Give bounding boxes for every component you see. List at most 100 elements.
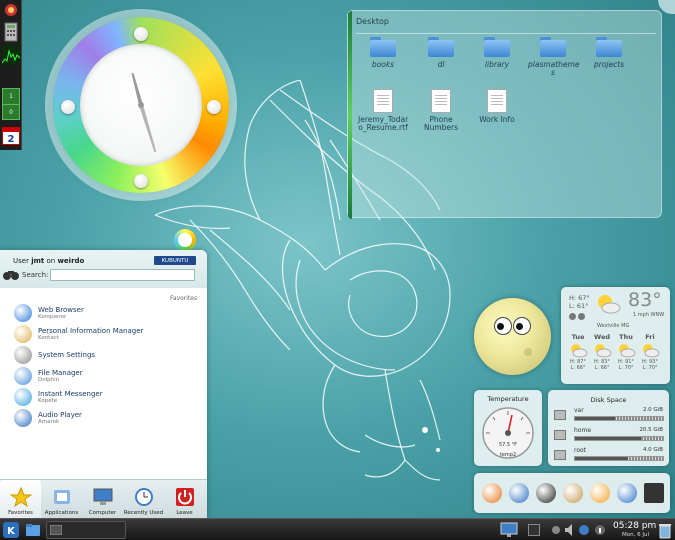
desktop-folder-view[interactable]: Desktop books dl library plasmatheme s proje…: [347, 10, 662, 219]
clock-knob-left: [61, 100, 75, 114]
forecast-day-label: Tue: [571, 333, 585, 341]
clock-knob-bottom: [134, 174, 148, 188]
inkscape-launcher-icon[interactable]: [536, 483, 556, 503]
desktop-item-label: books: [371, 60, 395, 69]
favorite-item[interactable]: Personal Information Manager Kontact: [14, 324, 194, 344]
taskbar-clock[interactable]: 05:28 pm: [613, 521, 656, 531]
disk-name: home: [574, 427, 592, 434]
vertical-panel: 1 0 2: [0, 0, 22, 150]
favorite-name: System Settings: [38, 351, 96, 359]
fish-launcher-icon[interactable]: [590, 483, 610, 503]
desktop-item[interactable]: plasmatheme s: [528, 37, 579, 78]
disk-row[interactable]: var 2.0 GiB: [548, 406, 669, 426]
display-icon[interactable]: [499, 521, 521, 539]
disk-name: root: [574, 447, 587, 454]
disk-size: 4.0 GiB: [642, 447, 663, 453]
info-icon[interactable]: [594, 521, 606, 539]
forecast-weather-icon: [643, 344, 660, 358]
document-icon: [487, 89, 507, 113]
forecast-low: L: 66°: [570, 365, 586, 371]
thunderbird-launcher-icon[interactable]: [509, 483, 529, 503]
favorite-app: Dolphin: [38, 377, 60, 383]
messenger-icon: [14, 388, 32, 406]
forecast-day-label: Fri: [645, 333, 655, 341]
disk-usage-bar: [574, 436, 664, 441]
menu-tab[interactable]: Recently Used: [123, 480, 164, 518]
desktop-item[interactable]: Jeremy_Todar o_Resume.rtf: [358, 89, 408, 133]
desktop-pager[interactable]: 1 0: [2, 88, 20, 120]
calculator-icon[interactable]: [2, 22, 20, 42]
forecast-low: L: 70°: [642, 365, 658, 371]
favorite-name: Personal Information Manager: [38, 327, 144, 335]
favorite-name: Web Browser: [38, 306, 84, 314]
favorite-app: Kontact: [38, 335, 59, 341]
update-icon[interactable]: [578, 521, 590, 539]
weather-widget[interactable]: H: 67° L: 61° 83° 1 mph WNW Westville MG…: [561, 287, 670, 384]
desktop-item-label: dl: [437, 60, 445, 69]
desktop-item[interactable]: projects: [584, 37, 634, 69]
taskbar-window-button[interactable]: [46, 521, 126, 539]
folder-view-handle[interactable]: [348, 11, 352, 219]
folder-view-title: Desktop: [356, 17, 389, 26]
clock-knob-right: [207, 100, 221, 114]
disk-row[interactable]: home 20.5 GiB: [548, 426, 669, 446]
desktop-item[interactable]: books: [358, 37, 408, 69]
menu-tab[interactable]: Favorites: [0, 480, 41, 518]
favorite-name: File Manager: [38, 369, 83, 377]
volume-icon[interactable]: [564, 521, 576, 539]
disk-row[interactable]: root 4.0 GiB: [548, 446, 669, 466]
disk-space-title: Disk Space: [590, 396, 627, 404]
minute-hand: [139, 104, 157, 153]
file-manager-launcher[interactable]: [24, 521, 42, 539]
document-icon: [373, 89, 393, 113]
desktop-item[interactable]: Work Info: [472, 89, 522, 124]
computer-icon: [92, 487, 114, 507]
pager-desktop-1[interactable]: 1: [3, 89, 19, 104]
weather-wind: 1 mph WNW: [633, 312, 665, 318]
favorite-item[interactable]: Audio Player Amarok: [14, 408, 194, 428]
kickoff-button[interactable]: K: [2, 521, 20, 539]
temperature-widget[interactable]: Temperature 57.5 °F temp2: [474, 390, 542, 466]
favorite-item[interactable]: File Manager Dolphin: [14, 366, 194, 386]
desktop-item-label: Phone Numbers: [423, 115, 459, 133]
desktop-item[interactable]: dl: [416, 37, 466, 69]
desktop-item[interactable]: Phone Numbers: [416, 89, 466, 133]
favorite-item[interactable]: Instant Messenger Kopete: [14, 387, 194, 407]
user-prefix: User: [13, 257, 29, 265]
moon-phase-widget[interactable]: [474, 298, 551, 375]
firefox-launcher-icon[interactable]: [482, 483, 502, 503]
network-icon[interactable]: [550, 521, 562, 539]
menu-tab-label: Applications: [44, 510, 79, 516]
host-name: weirdo: [57, 257, 85, 265]
temperature-sensor: temp2: [499, 452, 517, 458]
weather-high: H: 67°: [569, 294, 590, 302]
menu-tab[interactable]: Leave: [164, 480, 205, 518]
search-input[interactable]: [50, 269, 195, 281]
pager-desktop-2[interactable]: 0: [3, 104, 19, 120]
terminal-launcher-icon[interactable]: [644, 483, 664, 503]
pager-icon[interactable]: [524, 521, 544, 539]
favorite-item[interactable]: System Settings: [14, 345, 194, 365]
trash-icon[interactable]: [656, 521, 674, 539]
drive-icon: [554, 430, 566, 440]
system-monitor-graph[interactable]: [1, 45, 21, 65]
folder-icon: [484, 37, 510, 57]
quick-launch-bar: [474, 473, 670, 513]
favorite-app: Amarok: [38, 419, 60, 425]
menu-tab[interactable]: Computer: [82, 480, 123, 518]
konqueror-launcher-icon[interactable]: [617, 483, 637, 503]
forecast-day: Thu H: 91° L: 70°: [615, 333, 637, 371]
menu-tab[interactable]: Applications: [41, 480, 82, 518]
menu-handle-icon[interactable]: [174, 229, 196, 251]
desktop-item[interactable]: library: [472, 37, 522, 69]
favorite-item[interactable]: Web Browser Konqueror: [14, 303, 194, 323]
application-launcher-menu: User jmt on weirdo KUBUNTU Search: Favor…: [0, 250, 207, 518]
gimp-launcher-icon[interactable]: [563, 483, 583, 503]
disk-space-widget[interactable]: Disk Space var 2.0 GiB home 20.5 GiB root 4.0…: [548, 390, 669, 466]
weather-settings-button[interactable]: [578, 313, 585, 320]
weather-info-button[interactable]: [569, 313, 576, 320]
top-icon[interactable]: [2, 2, 20, 18]
folder-icon: [540, 37, 566, 57]
leave-icon: [174, 487, 196, 507]
calendar-icon[interactable]: 2: [2, 127, 20, 145]
